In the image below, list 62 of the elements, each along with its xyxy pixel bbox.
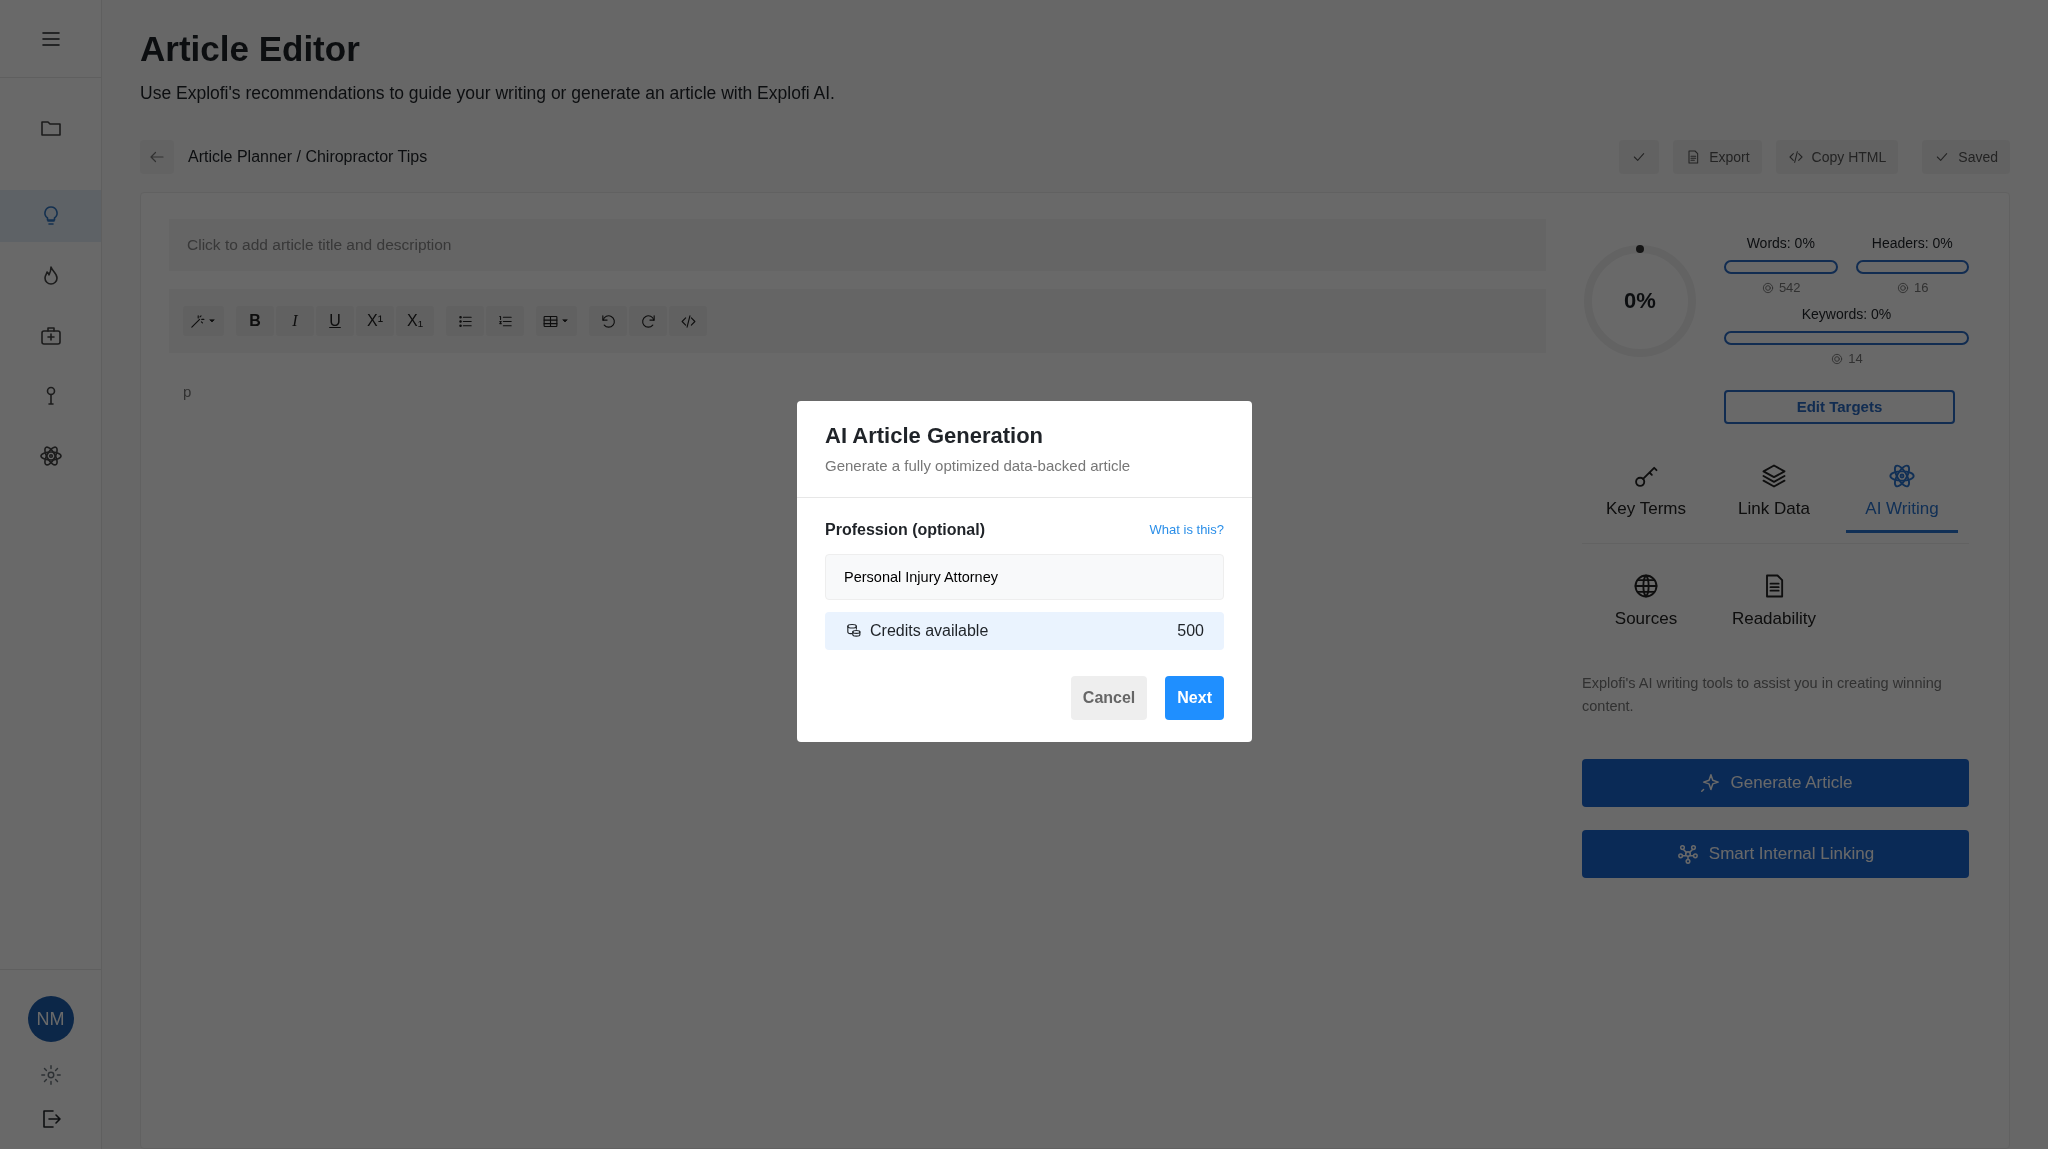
avatar[interactable]: NM: [27, 996, 74, 1043]
breadcrumb: Article Planner / Chiropractor Tips: [188, 147, 428, 168]
gauge-marker: [1636, 245, 1644, 254]
metric-label: Words: 0%: [1745, 234, 1816, 254]
target-count: 542: [1778, 279, 1801, 298]
table-button[interactable]: [536, 306, 577, 337]
metric-label: Headers: 0%: [1870, 234, 1954, 254]
ol-button[interactable]: [486, 306, 524, 337]
redo-icon: [639, 312, 657, 330]
undo-button[interactable]: [589, 306, 627, 337]
profession-field[interactable]: Personal Injury Attorney: [825, 553, 1224, 600]
panel-tab[interactable]: Readability: [1718, 571, 1830, 643]
target-count: 14: [1848, 349, 1863, 368]
check-button[interactable]: [1619, 140, 1660, 175]
redo-button[interactable]: [629, 306, 667, 337]
export-button[interactable]: Export: [1673, 140, 1762, 175]
editor-text: p: [182, 382, 193, 403]
underline-button[interactable]: U: [316, 306, 354, 337]
help-link[interactable]: What is this?: [1149, 520, 1224, 540]
code-icon: [1787, 149, 1804, 166]
page-subtitle: Use Explofi's recommendations to guide your writing or generate an article with Explofi AI.: [140, 82, 836, 105]
italic-button[interactable]: I: [276, 306, 314, 337]
atom-icon: [38, 444, 63, 468]
target-icon: [1830, 351, 1845, 366]
target-icon: [1760, 281, 1775, 295]
panel-description: Explofi's AI writing tools to assist you in creating winning content.: [1582, 674, 1943, 717]
code-icon: [679, 312, 697, 330]
ul-button[interactable]: [446, 306, 484, 337]
internal-linking-button[interactable]: Smart Internal Linking: [1582, 829, 1969, 878]
sup-button[interactable]: X¹: [356, 306, 394, 337]
wand-button[interactable]: [183, 306, 224, 337]
score-value: 0%: [1624, 289, 1656, 314]
medical-kit-icon: [38, 324, 63, 348]
panel-tab[interactable]: Sources: [1590, 571, 1702, 643]
target-count: 16: [1914, 279, 1929, 298]
settings-button[interactable]: [39, 1062, 62, 1087]
metric-label: Keywords: 0%: [1800, 304, 1893, 324]
field-label: Profession (optional): [825, 519, 985, 540]
credits-value: 500: [1177, 620, 1204, 641]
sub-button[interactable]: X₁: [396, 306, 434, 337]
modal-title: AI Article Generation: [825, 423, 1044, 450]
magic-wand-icon: [189, 312, 206, 330]
next-button[interactable]: Next: [1165, 675, 1224, 720]
modal-subtitle: Generate a fully optimized data-backed article: [825, 456, 1132, 477]
edit-targets-button[interactable]: Edit Targets: [1724, 390, 1955, 425]
cancel-button[interactable]: Cancel: [1070, 675, 1148, 720]
sparkle-icon: [1698, 771, 1721, 794]
bold-button[interactable]: B: [236, 306, 274, 337]
panel-tab[interactable]: Link Data: [1718, 462, 1830, 533]
credits-label: Credits available: [870, 620, 989, 641]
panel-tab[interactable]: AI Writing: [1846, 462, 1958, 533]
target-icon: [1896, 281, 1910, 295]
back-button[interactable]: [140, 140, 174, 175]
page-title: Article Editor: [140, 28, 361, 70]
generate-article-button[interactable]: Generate Article: [1582, 758, 1969, 807]
code-button[interactable]: [669, 306, 707, 337]
undo-icon: [599, 312, 617, 330]
panel-tab[interactable]: Key Terms: [1590, 462, 1702, 533]
network-icon: [1676, 842, 1699, 865]
coins-icon: [845, 622, 862, 640]
saved-button[interactable]: Saved: [1922, 140, 2010, 175]
code-button[interactable]: Copy HTML: [1775, 140, 1899, 175]
